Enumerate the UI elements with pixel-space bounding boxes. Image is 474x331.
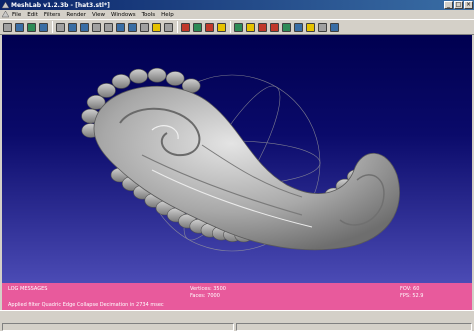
maximize-icon: □ bbox=[455, 1, 462, 8]
mesh-scallop bbox=[165, 71, 185, 86]
mesh-scallop bbox=[97, 83, 116, 98]
texture-button[interactable] bbox=[139, 22, 150, 33]
snapshot-button[interactable] bbox=[38, 22, 49, 33]
fps-value: FPS: 52.9 bbox=[400, 293, 424, 299]
align-button[interactable] bbox=[216, 22, 227, 33]
3d-viewport[interactable] bbox=[2, 35, 472, 283]
mesh-scallop bbox=[147, 67, 167, 83]
annotate-button[interactable] bbox=[257, 22, 268, 33]
align-icon bbox=[217, 22, 226, 32]
backface-button[interactable] bbox=[163, 22, 174, 33]
meshlab-app-icon[interactable] bbox=[2, 1, 9, 9]
rotate-icon bbox=[282, 22, 291, 32]
select-button[interactable] bbox=[180, 22, 191, 33]
wireframe-icon bbox=[80, 22, 89, 32]
light-icon bbox=[152, 22, 161, 32]
flat-lines-icon bbox=[104, 22, 113, 32]
menu-help[interactable]: Help bbox=[158, 12, 177, 18]
info-button[interactable] bbox=[245, 22, 256, 33]
mesh-scallop bbox=[111, 74, 131, 89]
points-button[interactable] bbox=[67, 22, 78, 33]
wireframe-button[interactable] bbox=[79, 22, 90, 33]
hidden-lines-icon bbox=[92, 22, 101, 32]
tools-button[interactable] bbox=[317, 22, 328, 33]
smooth-icon bbox=[128, 22, 137, 32]
minimize-button[interactable]: _ bbox=[444, 1, 453, 9]
menu-view[interactable]: View bbox=[89, 12, 108, 18]
texture-icon bbox=[140, 22, 149, 32]
open-button[interactable] bbox=[2, 22, 13, 33]
maximize-button[interactable]: □ bbox=[454, 1, 463, 9]
open-icon bbox=[3, 22, 12, 32]
mesh-model[interactable] bbox=[81, 67, 400, 251]
menu-file[interactable]: File bbox=[9, 12, 24, 18]
menu-tools[interactable]: Tools bbox=[139, 12, 159, 18]
light-button[interactable] bbox=[151, 22, 162, 33]
minimize-icon: _ bbox=[447, 1, 450, 8]
toolbar-separator bbox=[230, 21, 231, 33]
reload-button[interactable] bbox=[26, 22, 37, 33]
save-icon bbox=[15, 22, 24, 32]
log-header: LOG MESSAGES bbox=[8, 286, 48, 292]
rotate-button[interactable] bbox=[281, 22, 292, 33]
backface-icon bbox=[164, 22, 173, 32]
smooth-button[interactable] bbox=[127, 22, 138, 33]
points-icon bbox=[68, 22, 77, 32]
flat-icon bbox=[116, 22, 125, 32]
flat-button[interactable] bbox=[115, 22, 126, 33]
close-button[interactable]: × bbox=[464, 1, 473, 9]
document-icon[interactable] bbox=[2, 11, 9, 18]
pick-points-button[interactable] bbox=[233, 22, 244, 33]
window-title: MeshLab v1.2.3b - [hat3.stl*] bbox=[11, 1, 110, 9]
status-field-progress bbox=[236, 323, 472, 331]
pick-points-icon bbox=[234, 22, 243, 32]
flat-lines-button[interactable] bbox=[103, 22, 114, 33]
status-field-main bbox=[2, 323, 234, 331]
menu-windows[interactable]: Windows bbox=[108, 12, 139, 18]
tools-icon bbox=[318, 22, 327, 32]
color-paint-icon bbox=[205, 22, 214, 32]
log-panel: LOG MESSAGES Applied filter Quadric Edge… bbox=[2, 283, 472, 310]
shader-button[interactable] bbox=[305, 22, 316, 33]
toolbar-separator bbox=[177, 21, 178, 33]
mesh-scallop bbox=[129, 68, 148, 84]
slice-icon bbox=[294, 22, 303, 32]
annotate-icon bbox=[258, 22, 267, 32]
title-bar: MeshLab v1.2.3b - [hat3.stl*] _ □ × bbox=[0, 0, 474, 10]
hidden-lines-button[interactable] bbox=[91, 22, 102, 33]
layers-button[interactable] bbox=[55, 22, 66, 33]
menu-render[interactable]: Render bbox=[63, 12, 89, 18]
paint-icon bbox=[270, 22, 279, 32]
select-icon bbox=[181, 22, 190, 32]
slice-button[interactable] bbox=[293, 22, 304, 33]
fov-value: FOV: 60 bbox=[400, 286, 420, 292]
layers-icon bbox=[56, 22, 65, 32]
menu-bar: File Edit Filters Render View Windows To… bbox=[0, 10, 474, 19]
main-toolbar bbox=[0, 19, 474, 35]
info-icon bbox=[246, 22, 255, 32]
toolbar-separator bbox=[52, 21, 53, 33]
color-paint-button[interactable] bbox=[204, 22, 215, 33]
snapshot-icon bbox=[39, 22, 48, 32]
mesh-canvas[interactable] bbox=[2, 35, 472, 283]
help-icon bbox=[330, 22, 339, 32]
reload-icon bbox=[27, 22, 36, 32]
close-icon: × bbox=[465, 1, 472, 8]
save-button[interactable] bbox=[14, 22, 25, 33]
menu-edit[interactable]: Edit bbox=[24, 12, 41, 18]
faces-count: Faces: 7000 bbox=[190, 293, 220, 299]
paint-button[interactable] bbox=[269, 22, 280, 33]
measure-button[interactable] bbox=[192, 22, 203, 33]
help-button[interactable] bbox=[329, 22, 340, 33]
vertices-count: Vertices: 3500 bbox=[190, 286, 226, 292]
log-message: Applied filter Quadric Edge Collapse Dec… bbox=[8, 302, 164, 308]
measure-icon bbox=[193, 22, 202, 32]
menu-filters[interactable]: Filters bbox=[41, 12, 64, 18]
status-bar bbox=[0, 310, 474, 331]
shader-icon bbox=[306, 22, 315, 32]
